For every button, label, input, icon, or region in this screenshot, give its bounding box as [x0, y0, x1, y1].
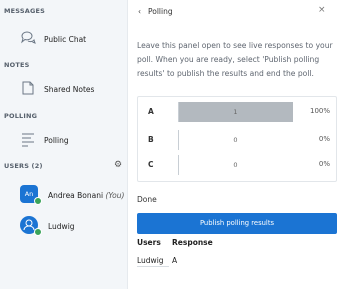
- chat-icon: [20, 30, 36, 46]
- polling-panel: ‹ Polling × Leave this panel open to see…: [128, 0, 340, 289]
- users-section-title: USERS (2): [4, 162, 43, 170]
- done-label: Done: [137, 195, 157, 204]
- back-icon[interactable]: ‹: [138, 7, 141, 16]
- user-row-andrea[interactable]: An Andrea Bonani (You): [0, 181, 127, 209]
- result-option-label: C: [148, 160, 154, 169]
- poll-results: A 1 100% B 0 0% C 0 0%: [137, 96, 337, 182]
- table-header-response: Response: [172, 238, 213, 247]
- result-percent: 0%: [318, 135, 330, 143]
- result-count: 1: [233, 108, 238, 116]
- polling-icon: [20, 131, 36, 147]
- result-percent: 0%: [318, 160, 330, 168]
- sidebar-item-public-chat[interactable]: Public Chat: [0, 26, 127, 52]
- sidebar-item-polling[interactable]: Polling: [0, 127, 127, 153]
- result-count: 0: [233, 161, 238, 169]
- result-row: B 0 0%: [138, 130, 336, 150]
- gear-icon[interactable]: ⚙: [114, 160, 124, 170]
- user-name: Andrea Bonani (You): [48, 191, 125, 200]
- table-header-users: Users: [137, 238, 161, 247]
- status-badge: [34, 228, 42, 236]
- shared-notes-label: Shared Notes: [44, 84, 95, 94]
- notes-icon: [20, 80, 36, 96]
- polling-section-title: POLLING: [4, 112, 38, 120]
- sidebar-item-shared-notes[interactable]: Shared Notes: [0, 76, 127, 102]
- user-row-ludwig[interactable]: Ludwig: [0, 212, 127, 240]
- result-row: A 1 100%: [138, 102, 336, 122]
- result-option-label: A: [148, 107, 154, 116]
- publish-results-button[interactable]: Publish polling results: [137, 213, 337, 234]
- table-cell-user: Ludwig: [137, 256, 164, 265]
- polling-label: Polling: [44, 135, 69, 145]
- messages-section-title: MESSAGES: [4, 7, 46, 15]
- result-percent: 100%: [309, 107, 330, 115]
- result-option-label: B: [148, 135, 154, 144]
- sidebar: MESSAGES Public Chat NOTES Shared Notes …: [0, 0, 128, 289]
- close-icon[interactable]: ×: [318, 5, 326, 15]
- result-count: 0: [233, 136, 238, 144]
- status-badge: [34, 197, 42, 205]
- public-chat-label: Public Chat: [44, 34, 87, 44]
- result-row: C 0 0%: [138, 155, 336, 175]
- table-cell-response: A: [172, 256, 178, 265]
- polling-description: Leave this panel open to see live respon…: [137, 41, 333, 78]
- user-name: Ludwig: [48, 222, 75, 231]
- notes-section-title: NOTES: [4, 61, 30, 69]
- table-divider: [137, 266, 169, 267]
- panel-title[interactable]: Polling: [148, 7, 173, 16]
